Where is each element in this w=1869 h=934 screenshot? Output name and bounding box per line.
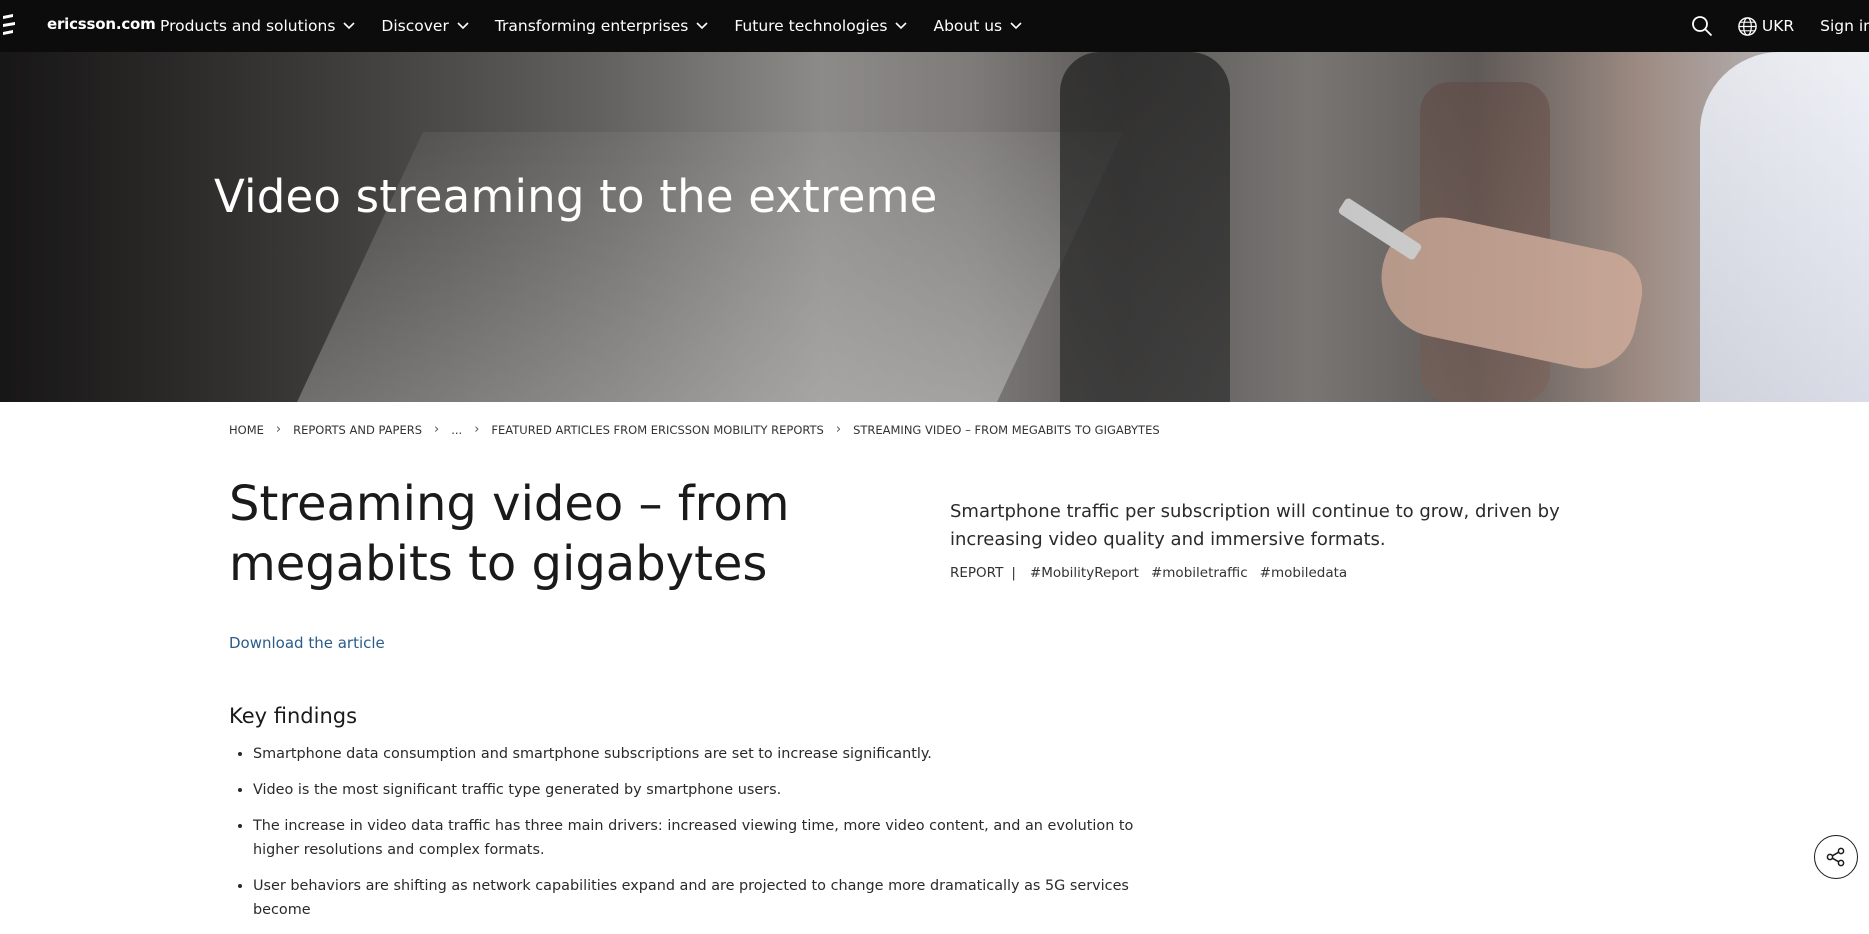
chevron-down-icon xyxy=(895,22,908,30)
globe-icon xyxy=(1738,16,1757,36)
breadcrumb-separator-icon: › xyxy=(835,422,842,437)
list-item: Video is the most significant traffic ty… xyxy=(253,778,1173,802)
menu-label: Transforming enterprises xyxy=(494,17,689,35)
breadcrumb-home[interactable]: HOME xyxy=(229,423,264,437)
hero-title: Video streaming to the extreme xyxy=(214,170,938,223)
key-findings-list: Smartphone data consumption and smartpho… xyxy=(229,742,1173,934)
menu-about-us[interactable]: About us xyxy=(933,17,1022,35)
breadcrumb-current-page: STREAMING VIDEO – FROM MEGABITS TO GIGAB… xyxy=(853,422,1160,437)
menu-future-technologies[interactable]: Future technologies xyxy=(734,17,908,35)
article-title: Streaming video – from megabits to gigab… xyxy=(229,476,790,592)
language-selector[interactable]: UKR xyxy=(1737,16,1794,37)
article-intro: Smartphone traffic per subscription will… xyxy=(950,501,1560,550)
sign-in-link[interactable]: Sign in xyxy=(1820,17,1869,35)
chevron-down-icon xyxy=(457,22,469,30)
tag-mobile-data[interactable]: #mobiledata xyxy=(1260,565,1348,581)
key-findings-heading: Key findings xyxy=(229,704,358,728)
content-type-label: REPORT xyxy=(950,565,1004,581)
breadcrumb-featured-articles[interactable]: FEATURED ARTICLES FROM ERICSSON MOBILITY… xyxy=(491,423,823,437)
list-item: The increase in video data traffic has t… xyxy=(253,814,1173,862)
language-label: UKR xyxy=(1761,17,1795,35)
tag-divider: | xyxy=(1011,565,1016,581)
tag-mobility-report[interactable]: #MobilityReport xyxy=(1030,565,1139,581)
chevron-down-icon xyxy=(1010,22,1022,30)
list-item: User behaviors are shifting as network c… xyxy=(253,874,1173,922)
brand-link[interactable]: ericsson.com xyxy=(47,15,156,33)
breadcrumb-ellipsis[interactable]: ... xyxy=(451,423,462,437)
nav-utilities: UKR Sign in xyxy=(1691,0,1869,52)
menu-label: Discover xyxy=(381,17,449,35)
ericsson-logo-icon[interactable] xyxy=(0,14,22,38)
breadcrumb-separator-icon: › xyxy=(434,422,440,437)
download-article-link[interactable]: Download the article xyxy=(229,634,385,652)
search-icon[interactable] xyxy=(1691,15,1713,37)
menu-discover[interactable]: Discover xyxy=(381,17,469,35)
share-button[interactable] xyxy=(1814,835,1858,879)
hero-banner: Video streaming to the extreme xyxy=(0,52,1869,402)
main-menu: Products and solutions Discover Transfor… xyxy=(160,0,1048,52)
top-navigation: ericsson.com Products and solutions Disc… xyxy=(0,0,1869,52)
share-icon xyxy=(1826,847,1845,867)
hero-overlay xyxy=(0,52,1869,402)
chevron-down-icon xyxy=(696,22,708,30)
breadcrumb-reports-and-papers[interactable]: REPORTS AND PAPERS xyxy=(293,423,422,437)
breadcrumb: HOME › REPORTS AND PAPERS › ... › FEATUR… xyxy=(229,422,1160,437)
breadcrumb-separator-icon: › xyxy=(275,422,282,437)
list-item: Smartphone data consumption and smartpho… xyxy=(253,742,1173,766)
chevron-down-icon xyxy=(343,22,355,30)
menu-products-and-solutions[interactable]: Products and solutions xyxy=(160,17,355,35)
menu-label: About us xyxy=(933,17,1003,35)
tag-mobile-traffic[interactable]: #mobiletraffic xyxy=(1151,565,1248,581)
menu-label: Future technologies xyxy=(734,17,888,35)
menu-transforming-enterprises[interactable]: Transforming enterprises xyxy=(495,17,709,35)
breadcrumb-separator-icon: › xyxy=(474,422,480,437)
article-tags: REPORT | #MobilityReport #mobiletraffic … xyxy=(950,565,1359,581)
menu-label: Products and solutions xyxy=(160,17,336,35)
